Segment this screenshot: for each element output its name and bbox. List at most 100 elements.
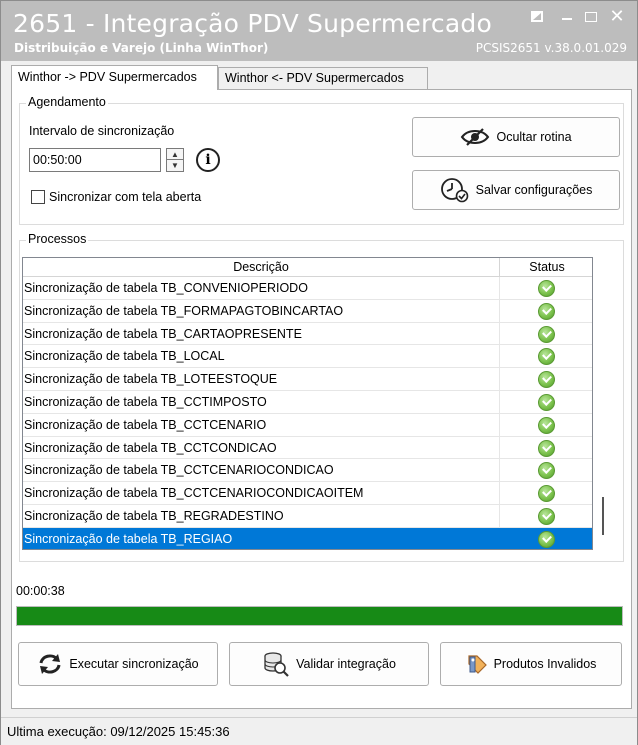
row-status bbox=[500, 528, 592, 549]
row-status bbox=[500, 300, 592, 322]
minimize-icon bbox=[562, 18, 572, 20]
app-window: 2651 - Integração PDV Supermercado Distr… bbox=[0, 0, 638, 745]
window-subtitle: Distribuição e Varejo (Linha WinThor) bbox=[14, 41, 269, 55]
check-circle-icon bbox=[538, 439, 555, 457]
sync-open-label: Sincronizar com tela aberta bbox=[49, 190, 202, 204]
scrollbar-thumb[interactable] bbox=[602, 497, 604, 535]
tag-icon bbox=[467, 655, 487, 674]
check-circle-icon bbox=[538, 325, 555, 343]
interval-input[interactable]: 00:50:00 bbox=[29, 148, 161, 172]
row-status bbox=[500, 437, 592, 459]
table-row[interactable]: Sincronização de tabela TB_FORMAPAGTOBIN… bbox=[23, 299, 592, 323]
refresh-icon bbox=[39, 654, 61, 674]
row-description: Sincronização de tabela TB_CCTIMPOSTO bbox=[23, 390, 500, 413]
check-circle-icon bbox=[538, 462, 555, 480]
last-execution-text: Ultima execução: 09/12/2025 15:45:36 bbox=[7, 724, 230, 739]
row-description: Sincronização de tabela TB_CCTCENARIOCON… bbox=[23, 482, 500, 505]
execute-sync-button[interactable]: Executar sincronização bbox=[18, 642, 218, 686]
tab-winthor-to-pdv[interactable]: Winthor -> PDV Supermercados bbox=[11, 65, 218, 90]
table-scrollbar[interactable] bbox=[595, 257, 611, 550]
row-description: Sincronização de tabela TB_CCTCENARIOCON… bbox=[23, 459, 500, 482]
table-row[interactable]: Sincronização de tabela TB_REGRADESTINO bbox=[23, 504, 592, 528]
check-circle-icon bbox=[538, 348, 555, 366]
row-status bbox=[500, 482, 592, 504]
table-body: Sincronização de tabela TB_CONVENIOPERIO… bbox=[23, 277, 592, 549]
check-circle-icon bbox=[538, 371, 555, 389]
row-status bbox=[500, 345, 592, 367]
check-circle-icon bbox=[538, 280, 555, 297]
row-status bbox=[500, 277, 592, 299]
row-description: Sincronização de tabela TB_FORMAPAGTOBIN… bbox=[23, 299, 500, 322]
table-row[interactable]: Sincronização de tabela TB_CARTAOPRESENT… bbox=[23, 322, 592, 346]
chevron-down-icon[interactable]: ▼ bbox=[167, 160, 183, 171]
agendamento-group-label: Agendamento bbox=[26, 95, 108, 109]
close-icon: ✕ bbox=[609, 6, 625, 27]
check-circle-icon bbox=[538, 302, 555, 320]
table-row[interactable]: Sincronização de tabela TB_CCTCENARIOCON… bbox=[23, 482, 592, 505]
agendamento-group: Agendamento Intervalo de sincronização 0… bbox=[19, 95, 624, 225]
clock-check-icon bbox=[440, 178, 468, 203]
tab-pdv-to-winthor[interactable]: Winthor <- PDV Supermercados bbox=[218, 67, 428, 89]
column-header-status[interactable]: Status bbox=[500, 258, 592, 277]
maximize-icon bbox=[585, 12, 597, 22]
sync-progress-bar bbox=[16, 606, 623, 626]
row-status bbox=[500, 414, 592, 436]
close-button[interactable]: ✕ bbox=[607, 7, 627, 27]
row-description: Sincronização de tabela TB_REGRADESTINO bbox=[23, 504, 500, 527]
execute-sync-label: Executar sincronização bbox=[69, 657, 199, 671]
elapsed-time: 00:00:38 bbox=[16, 584, 65, 598]
check-circle-icon bbox=[538, 485, 555, 503]
invalid-products-label: Produtos Invalidos bbox=[493, 657, 597, 671]
row-description: Sincronização de tabela TB_LOTEESTOQUE bbox=[23, 368, 500, 391]
maximize-button[interactable] bbox=[581, 7, 601, 27]
table-row[interactable]: Sincronização de tabela TB_CONVENIOPERIO… bbox=[23, 277, 592, 300]
row-description: Sincronização de tabela TB_LOCAL bbox=[23, 345, 500, 368]
check-circle-icon bbox=[538, 393, 555, 411]
interval-label: Intervalo de sincronização bbox=[29, 124, 175, 138]
row-status bbox=[500, 505, 592, 527]
table-row[interactable]: Sincronização de tabela TB_LOCAL bbox=[23, 345, 592, 369]
check-circle-icon bbox=[538, 530, 555, 548]
save-config-label: Salvar configurações bbox=[475, 183, 593, 197]
row-description: Sincronização de tabela TB_CCTCONDICAO bbox=[23, 436, 500, 459]
table-row[interactable]: Sincronização de tabela TB_CCTCENARIO bbox=[23, 413, 592, 437]
check-circle-icon bbox=[538, 507, 555, 525]
info-icon[interactable]: i bbox=[196, 148, 220, 172]
hide-routine-button[interactable]: Ocultar rotina bbox=[412, 117, 620, 157]
invalid-products-button[interactable]: Produtos Invalidos bbox=[440, 642, 622, 686]
column-header-descricao[interactable]: Descrição bbox=[23, 258, 500, 277]
row-description: Sincronização de tabela TB_CARTAOPRESENT… bbox=[23, 322, 500, 345]
table-row[interactable]: Sincronização de tabela TB_CCTIMPOSTO bbox=[23, 390, 592, 414]
validate-integration-label: Validar integração bbox=[296, 657, 396, 671]
database-search-icon bbox=[264, 652, 289, 677]
minimize-button[interactable] bbox=[557, 7, 577, 27]
validate-integration-button[interactable]: Validar integração bbox=[229, 642, 429, 686]
window-title: 2651 - Integração PDV Supermercado bbox=[13, 9, 492, 38]
table-row[interactable]: Sincronização de tabela TB_CCTCENARIOCON… bbox=[23, 459, 592, 483]
restore-icon[interactable] bbox=[528, 7, 548, 27]
row-description: Sincronização de tabela TB_CONVENIOPERIO… bbox=[23, 277, 500, 299]
table-row[interactable]: Sincronização de tabela TB_LOTEESTOQUE bbox=[23, 368, 592, 391]
progress-fill bbox=[17, 607, 622, 625]
eye-off-icon bbox=[461, 128, 490, 146]
save-config-button[interactable]: Salvar configurações bbox=[412, 170, 620, 210]
check-circle-icon bbox=[538, 416, 555, 434]
table-row[interactable]: Sincronização de tabela TB_REGIAO bbox=[23, 527, 592, 549]
row-status bbox=[500, 323, 592, 345]
row-description: Sincronização de tabela TB_CCTCENARIO bbox=[23, 413, 500, 436]
row-status bbox=[500, 368, 592, 390]
tab-panel: Agendamento Intervalo de sincronização 0… bbox=[11, 89, 632, 709]
table-header: Descrição Status bbox=[23, 258, 592, 277]
processos-table[interactable]: Descrição Status Sincronização de tabela… bbox=[22, 257, 593, 550]
window-version: PCSIS2651 v.38.0.01.029 bbox=[475, 41, 627, 55]
chevron-up-icon[interactable]: ▲ bbox=[167, 149, 183, 160]
title-bar[interactable]: 2651 - Integração PDV Supermercado Distr… bbox=[1, 1, 637, 61]
interval-stepper[interactable]: ▲ ▼ bbox=[166, 148, 184, 172]
row-description: Sincronização de tabela TB_REGIAO bbox=[23, 527, 500, 549]
row-status bbox=[500, 391, 592, 413]
sync-open-checkbox[interactable] bbox=[31, 190, 45, 204]
row-status bbox=[500, 459, 592, 481]
table-row[interactable]: Sincronização de tabela TB_CCTCONDICAO bbox=[23, 436, 592, 460]
hide-routine-label: Ocultar rotina bbox=[496, 130, 572, 144]
processos-group-label: Processos bbox=[26, 232, 89, 246]
